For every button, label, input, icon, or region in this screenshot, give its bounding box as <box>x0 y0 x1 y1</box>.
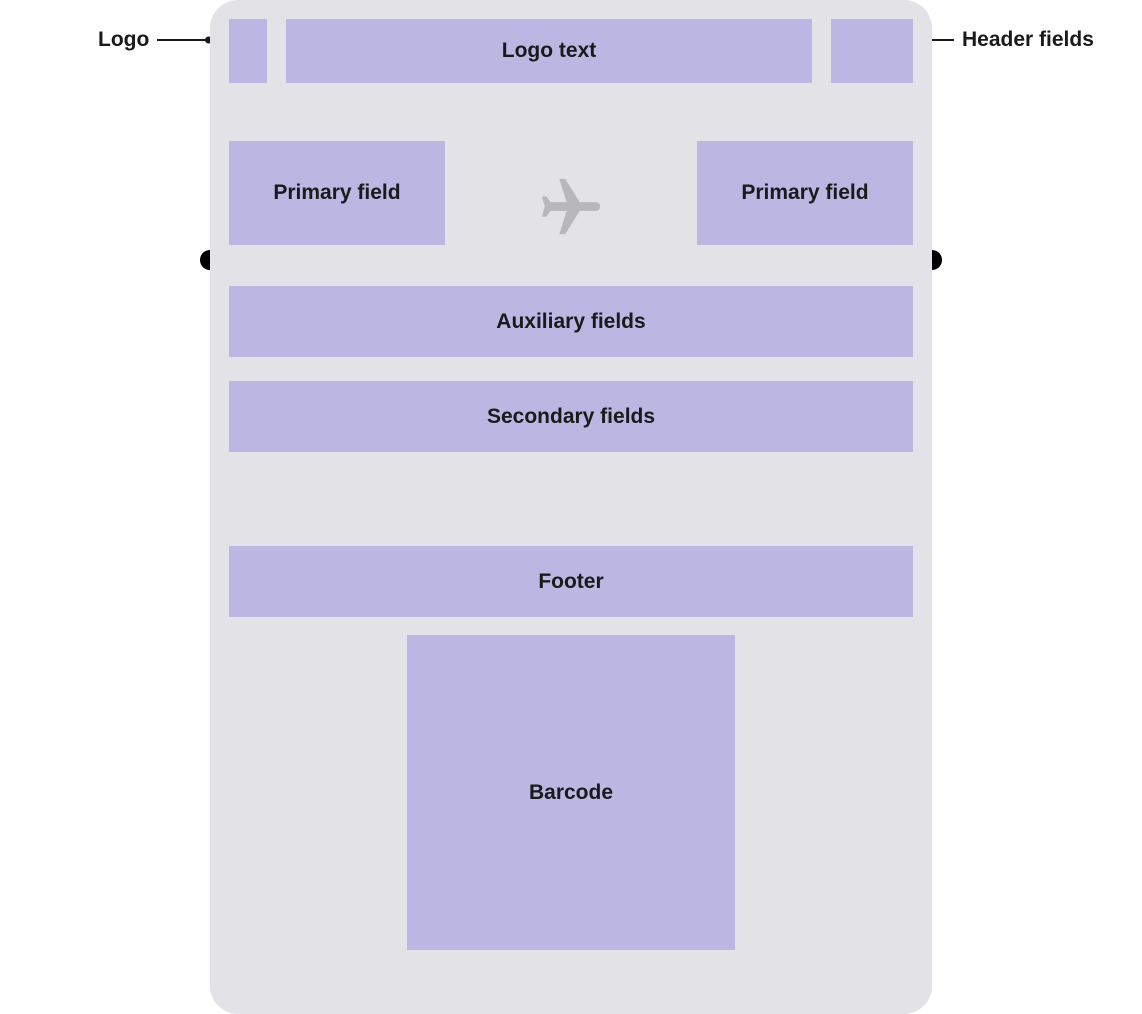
footer-placeholder: Footer <box>229 546 913 617</box>
callout-header-fields-label: Header fields <box>962 28 1094 52</box>
primary-row: Primary field Primary field <box>229 140 913 246</box>
logo-text-placeholder: Logo text <box>286 19 812 83</box>
pass-card: Logo text Primary field Primary field Au… <box>210 0 932 1014</box>
logo-placeholder <box>229 19 267 83</box>
callout-line <box>157 39 209 41</box>
header-row: Logo text <box>229 19 913 83</box>
primary-field-left: Primary field <box>229 141 445 245</box>
footer-label: Footer <box>538 570 603 594</box>
auxiliary-fields-placeholder: Auxiliary fields <box>229 286 913 357</box>
airplane-icon <box>533 170 609 246</box>
auxiliary-fields-label: Auxiliary fields <box>496 310 645 334</box>
barcode-placeholder: Barcode <box>407 635 735 950</box>
primary-field-right: Primary field <box>697 141 913 245</box>
header-fields-placeholder <box>831 19 913 83</box>
primary-field-left-label: Primary field <box>273 181 400 205</box>
secondary-fields-label: Secondary fields <box>487 405 655 429</box>
callout-logo: Logo <box>98 28 209 52</box>
callout-logo-label: Logo <box>98 28 149 52</box>
secondary-fields-placeholder: Secondary fields <box>229 381 913 452</box>
logo-text-label: Logo text <box>502 39 597 63</box>
primary-field-right-label: Primary field <box>741 181 868 205</box>
barcode-label: Barcode <box>529 781 613 805</box>
